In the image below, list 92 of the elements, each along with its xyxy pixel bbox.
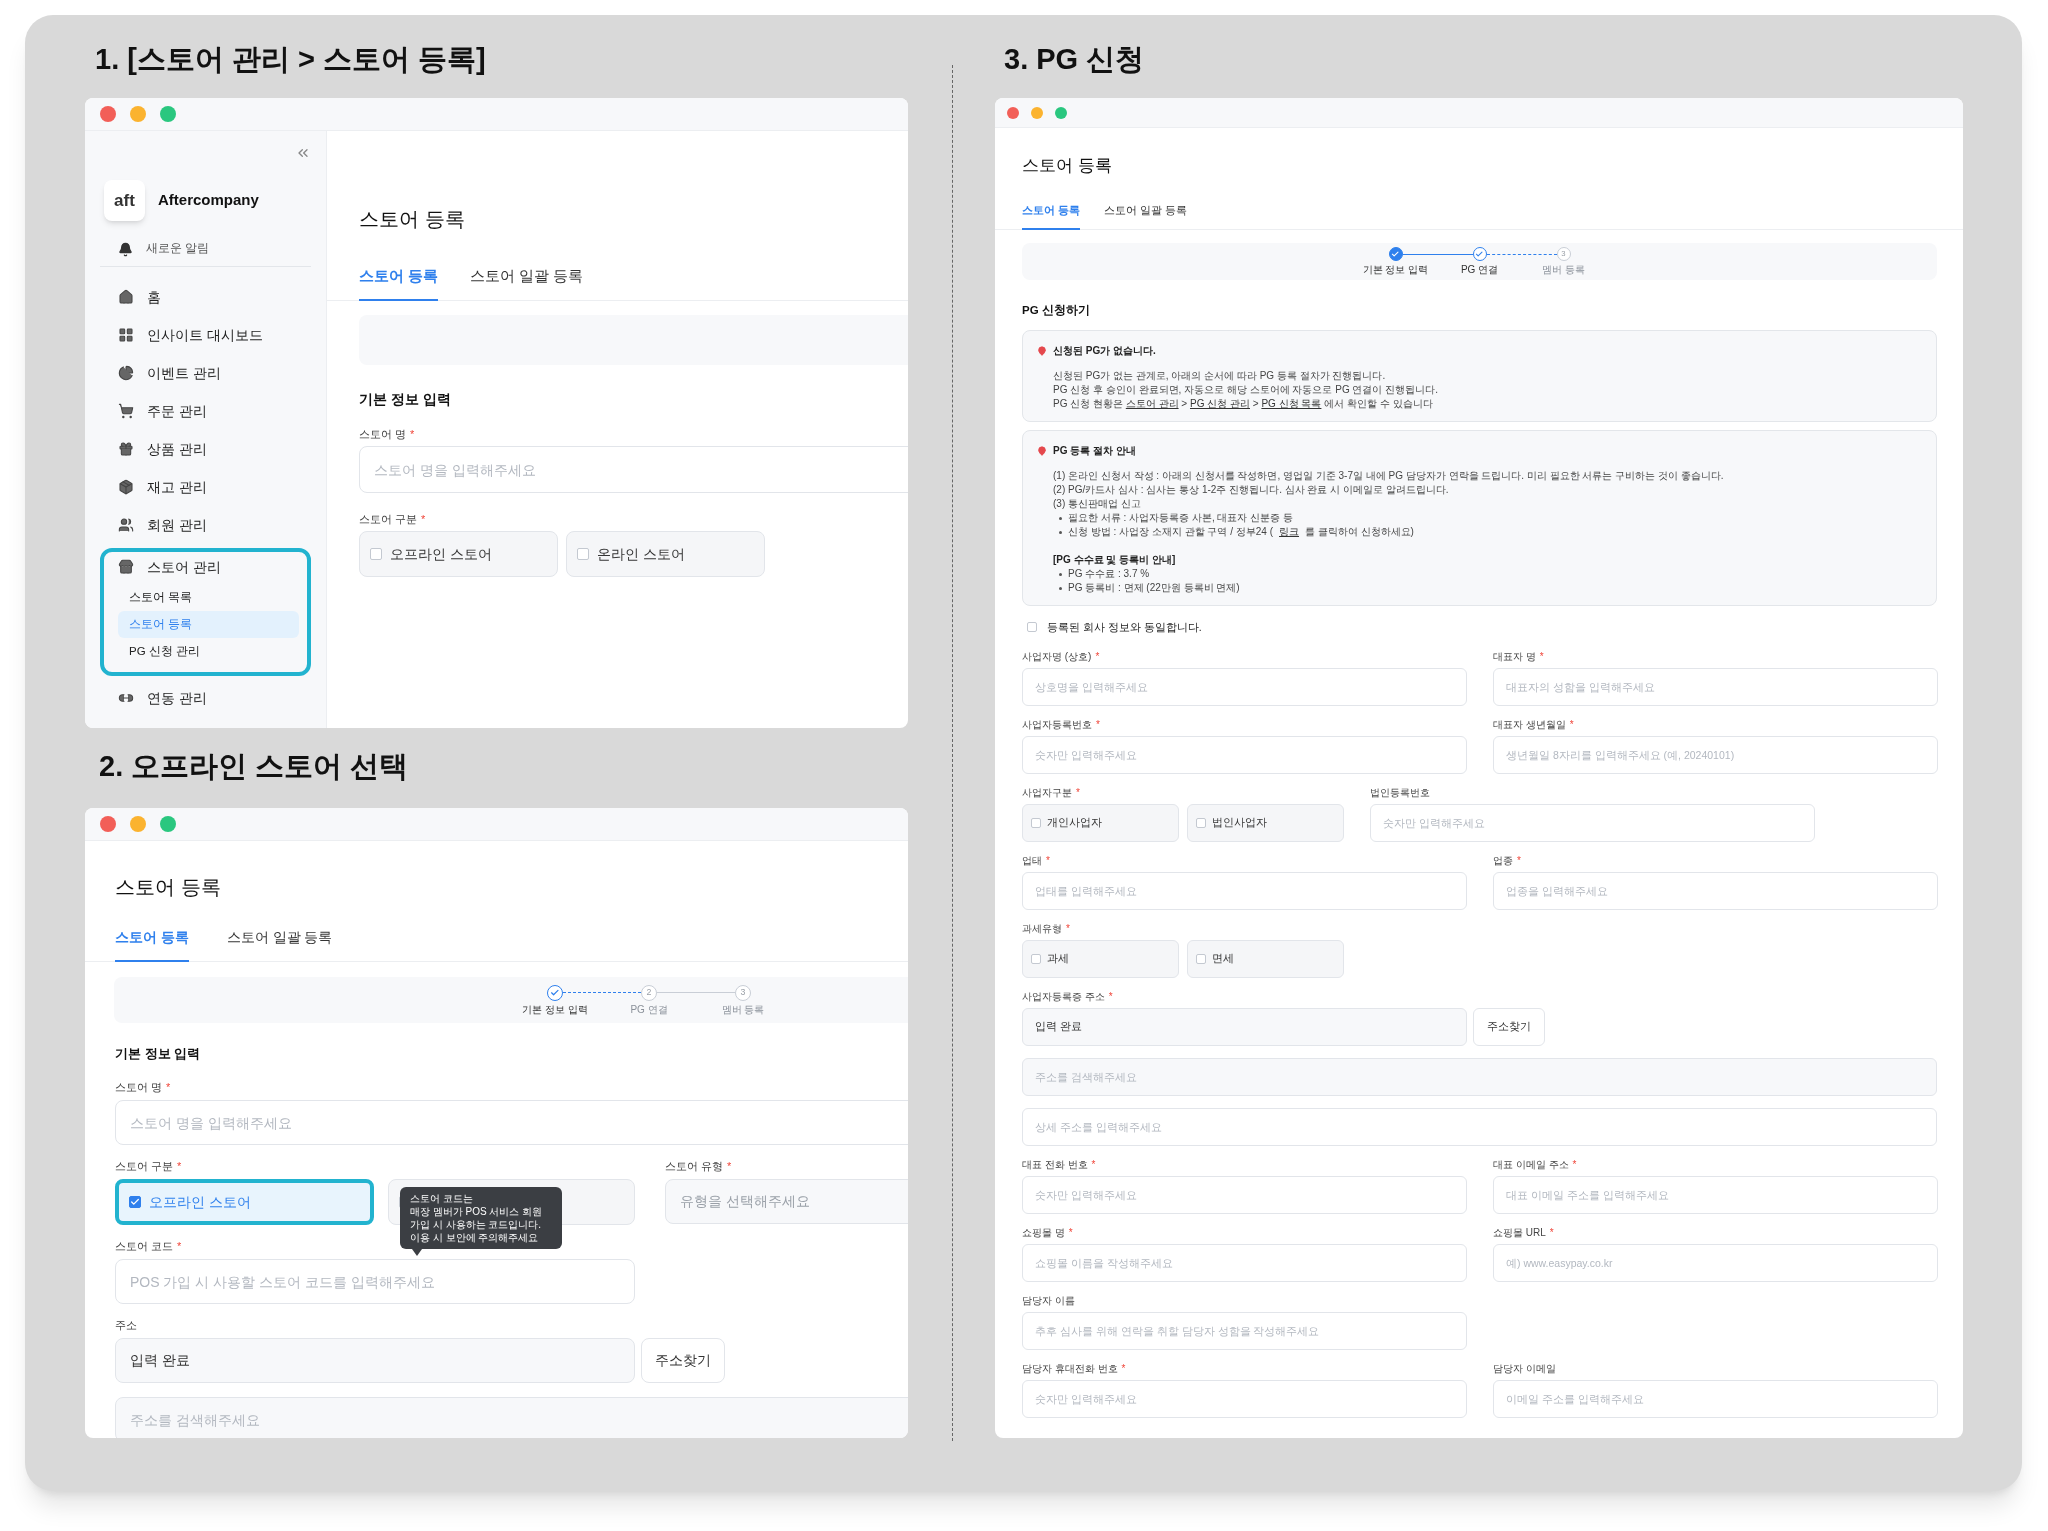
- option-label: 개인사업자: [1047, 815, 1102, 831]
- field-label: 과세유형: [1022, 922, 1062, 935]
- required-mark: *: [177, 1159, 182, 1173]
- section-title: 기본 정보 입력: [358, 390, 452, 409]
- notice-text: (3) 통신판매업 신고: [1053, 497, 1141, 511]
- field-label: 스토어 구분: [115, 1159, 174, 1173]
- notice-text: [PG 수수료 및 등록비 안내]: [1053, 553, 1176, 567]
- required-mark: *: [1096, 718, 1100, 731]
- required-mark: *: [421, 512, 426, 526]
- notice-text: PG 등록비 : 면제 (22만원 등록비 면제): [1068, 581, 1240, 595]
- field-label: 사업자명 (상호): [1022, 650, 1092, 663]
- field-label: 사업자구분: [1022, 786, 1072, 799]
- notice-text: 를 클릭하여 신청하세요): [1305, 525, 1414, 539]
- required-mark: *: [1569, 718, 1574, 731]
- step-number: 3: [735, 984, 751, 1001]
- step-label: PG 연결: [1459, 264, 1500, 276]
- notice-text: 신청 방법 : 사업장 소재지 관할 구역 / 정부24 (: [1068, 525, 1273, 539]
- required-mark: *: [166, 1080, 171, 1094]
- tooltip-text: 매장 멤버가 POS 서비스 회원: [410, 1205, 544, 1218]
- required-mark: *: [1549, 1226, 1554, 1239]
- field-label: 대표자 생년월일: [1493, 718, 1566, 731]
- step-heading: 2. 오프라인 스토어 선택: [98, 749, 410, 784]
- step-label: 멤버 등록: [720, 1003, 766, 1016]
- section-title: 기본 정보 입력: [114, 1045, 202, 1063]
- page-title: 스토어 등록: [358, 207, 466, 232]
- option-label: 오프라인 스토어: [390, 544, 492, 564]
- required-mark: *: [1572, 1158, 1577, 1171]
- required-mark: *: [1121, 1362, 1126, 1375]
- step-heading: 1. [스토어 관리 > 스토어 등록]: [94, 42, 487, 77]
- field-label: 법인등록번호: [1370, 786, 1430, 799]
- notice-text: 에서 확인할 수 있습니다: [1323, 397, 1433, 411]
- field-label: 사업자등록증 주소: [1022, 990, 1105, 1003]
- required-mark: *: [177, 1239, 182, 1253]
- field-label: 대표 전화 번호: [1022, 1158, 1088, 1171]
- required-mark: *: [1095, 650, 1100, 663]
- tooltip-text: 스토어 코드는: [410, 1192, 474, 1205]
- notice-text: >: [1180, 397, 1189, 411]
- step-heading: 3. PG 신청: [1003, 42, 1146, 77]
- option-label: 온라인 스토어: [597, 544, 685, 564]
- field-label: 대표 이메일 주소: [1493, 1158, 1569, 1171]
- notice-text: 필요한 서류 : 사업자등록증 사본, 대표자 신분증 등: [1068, 511, 1293, 525]
- field-label: 담당자 이메일: [1493, 1362, 1556, 1375]
- step-label: 멤버 등록: [1541, 264, 1586, 276]
- field-label: 대표자 명: [1493, 650, 1536, 663]
- field-label: 담당자 이름: [1022, 1294, 1075, 1307]
- step-number: 2: [641, 984, 657, 1001]
- required-mark: *: [1539, 650, 1544, 663]
- option-label: 과세: [1047, 951, 1069, 967]
- notice-title: 신청된 PG가 없습니다.: [1053, 344, 1156, 358]
- field-label: 사업자등록번호: [1022, 718, 1092, 731]
- field-label: 주소: [115, 1318, 137, 1332]
- field-label: 스토어 구분: [359, 512, 418, 526]
- field-label: 업종: [1493, 854, 1513, 867]
- notice-text: PG 수수료 : 3.7 %: [1068, 567, 1150, 581]
- field-label: 스토어 코드: [115, 1239, 174, 1253]
- required-mark: *: [1046, 854, 1050, 867]
- notice-text: PG 신청 후 승인이 완료되면, 자동으로 해당 스토어에 자동으로 PG 연결이 진행됩니다.: [1053, 383, 1438, 397]
- company-name: Aftercompany: [158, 190, 259, 211]
- required-mark: *: [410, 427, 415, 441]
- required-mark: *: [1091, 1158, 1096, 1171]
- notice-title: PG 등록 절차 안내: [1053, 444, 1136, 458]
- required-mark: *: [1108, 990, 1113, 1003]
- page-title: 스토어 등록: [114, 875, 222, 900]
- field-label: 스토어 명: [115, 1080, 163, 1094]
- required-mark: *: [1068, 1226, 1073, 1239]
- checkbox-label: 등록된 회사 정보와 동일합니다.: [1047, 620, 1202, 634]
- tooltip-text: 가입 시 사용하는 코드입니다.: [410, 1218, 543, 1231]
- step-label: 기본 정보 입력: [1361, 264, 1430, 276]
- field-label: 쇼핑몰 URL: [1493, 1226, 1546, 1239]
- tooltip-text: 이용 시 보안에 주의해주세요: [410, 1231, 540, 1244]
- section-title: PG 신청하기: [1021, 303, 1091, 318]
- required-mark: *: [1066, 922, 1070, 935]
- field-label: 쇼핑몰 명: [1022, 1226, 1065, 1239]
- notice-text: (2) PG/카드사 심사 : 심사는 통상 1-2주 진행됩니다. 심사 완료 시 이메일로 알려드립니다.: [1053, 483, 1449, 497]
- step-label: PG 연결: [629, 1003, 669, 1016]
- company-logo: aft: [104, 180, 145, 221]
- notice-text: >: [1251, 397, 1260, 411]
- notice-text: 신청된 PG가 없는 관계로, 아래의 순서에 따라 PG 등록 절차가 진행됩니다.: [1053, 369, 1386, 383]
- field-label: 업태: [1022, 854, 1042, 867]
- required-mark: *: [1076, 786, 1080, 799]
- page-title: 스토어 등록: [1021, 155, 1113, 177]
- notice-text: (1) 온라인 신청서 작성 : 아래의 신청서를 작성하면, 영업일 기준 3-7일 내에 PG 담당자가 연락을 드립니다. 미리 필요한 서류는 구비하는 것이 좋습니다.: [1053, 469, 1724, 483]
- option-label: 면세: [1212, 951, 1234, 967]
- required-mark: *: [727, 1159, 732, 1173]
- notice-text: PG 신청 현황은: [1053, 397, 1124, 411]
- field-label: 스토어 유형: [665, 1159, 724, 1173]
- option-label: 오프라인 스토어: [149, 1192, 251, 1212]
- field-label: 스토어 명: [359, 427, 407, 441]
- step-label: 기본 정보 입력: [521, 1003, 589, 1016]
- field-label: 담당자 휴대전화 번호: [1022, 1362, 1118, 1375]
- option-label: 법인사업자: [1212, 815, 1267, 831]
- required-mark: *: [1517, 854, 1521, 867]
